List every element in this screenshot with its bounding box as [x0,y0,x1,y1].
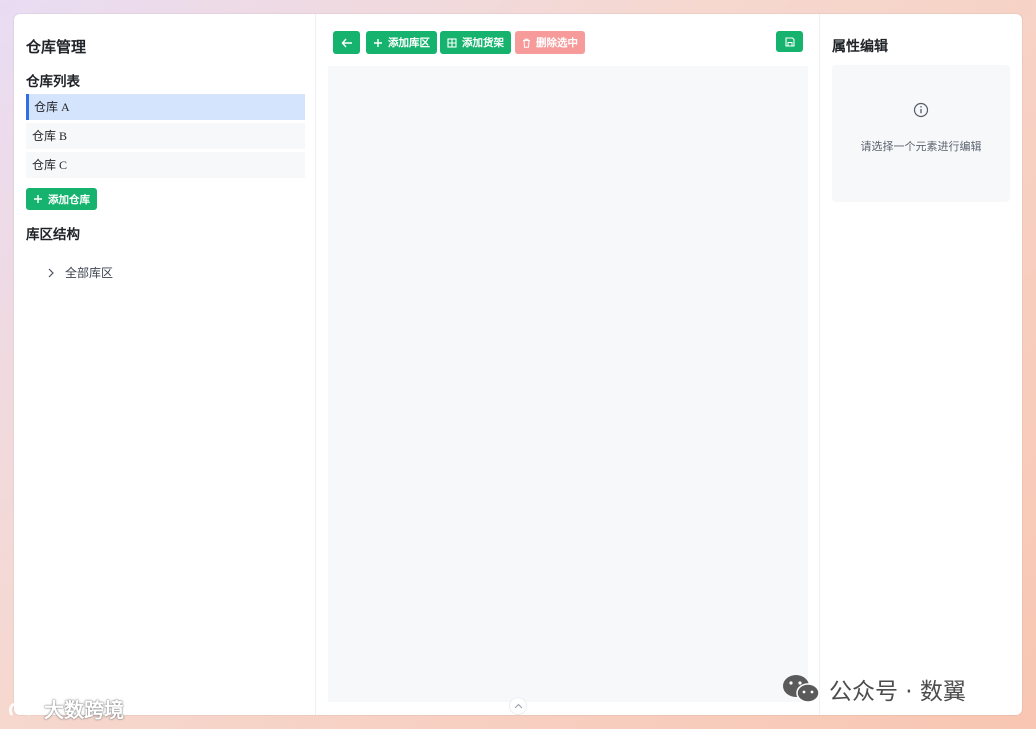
delete-selected-label: 删除选中 [536,38,578,49]
tree-node-label: 全部库区 [65,266,114,280]
collapse-handle[interactable] [509,697,527,715]
wechat-icon [783,675,820,703]
page-title: 仓库管理 [26,40,87,56]
watermark-left-text: 大数跨境 [44,698,124,722]
delete-selected-button[interactable]: 删除选中 [515,31,585,54]
zone-structure-title: 库区结构 [26,227,80,242]
back-button[interactable] [333,31,360,54]
add-warehouse-label: 添加仓库 [48,194,90,206]
add-zone-button[interactable]: 添加库区 [366,31,437,54]
plus-icon [374,38,382,47]
watermark-right: 公众号 · 数翼 [781,672,966,706]
chevron-right-icon[interactable] [47,268,55,278]
warehouse-item-label: 仓库 B [32,129,68,143]
warehouse-item-c[interactable]: 仓库 C [26,152,305,178]
add-shelf-button[interactable]: 添加货架 [440,31,511,54]
workspace: 添加库区 添加货架 删除选中 [316,14,819,715]
properties-title: 属性编辑 [832,40,888,55]
watermark-left: 大数跨境 [8,694,124,723]
warehouse-list-title: 仓库列表 [26,74,80,89]
sidebar: 仓库管理 仓库列表 仓库 A 仓库 B 仓库 C 添加仓库 库区结构 全部库区 [14,14,316,715]
plus-icon [34,195,42,203]
empty-message: 请选择一个元素进行编辑 [860,141,982,153]
warehouse-item-label: 仓库 C [32,158,68,172]
info-icon [913,102,929,118]
arrow-left-icon [341,38,352,47]
trash-icon [523,38,530,48]
add-warehouse-button[interactable]: 添加仓库 [26,188,97,210]
add-zone-label: 添加库区 [388,38,430,49]
add-shelf-label: 添加货架 [462,38,504,49]
warehouse-item-label: 仓库 A [34,100,70,114]
tree-node-all-zones[interactable]: 全部库区 [47,264,113,281]
chevron-up-icon [514,703,522,709]
warehouse-item-b[interactable]: 仓库 B [26,123,305,149]
grid-icon [447,37,457,48]
app-window: 仓库管理 仓库列表 仓库 A 仓库 B 仓库 C 添加仓库 库区结构 全部库区 … [14,14,1022,715]
save-icon [784,36,795,47]
properties-empty-state: 请选择一个元素进行编辑 [832,65,1010,202]
properties-panel: 属性编辑 请选择一个元素进行编辑 [819,14,1022,715]
layout-canvas[interactable] [328,66,808,702]
save-button[interactable] [776,31,803,52]
warehouse-item-a[interactable]: 仓库 A [26,94,305,120]
watermark-right-text: 公众号 · 数翼 [829,679,966,705]
brand-logo-icon [9,700,36,716]
